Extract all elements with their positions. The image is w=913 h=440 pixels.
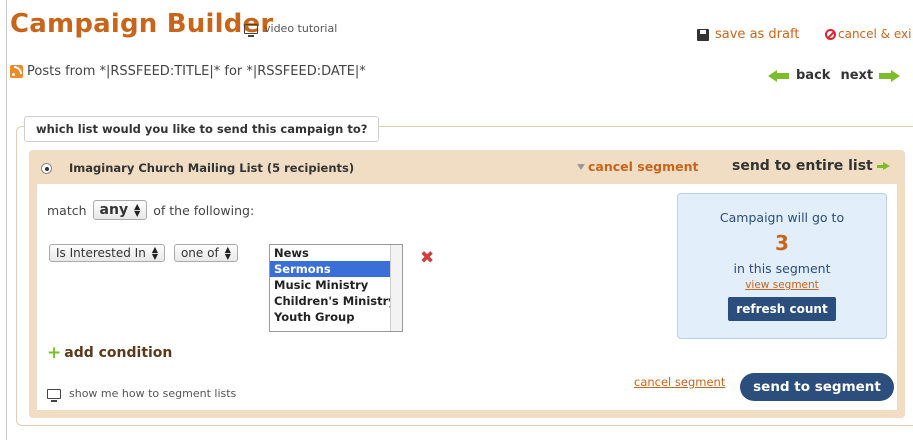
mailing-list-option: Imaginary Church Mailing List (5 recipie… <box>29 150 905 418</box>
save-draft-label: save as draft <box>715 27 800 42</box>
match-row: match any ▲ ▼ of the following: <box>47 200 254 220</box>
cancel-exit-label: cancel & exi <box>838 27 912 41</box>
triangle-down-icon <box>577 163 585 170</box>
send-entire-list-label: send to entire list <box>732 158 873 174</box>
video-tutorial-label: video tutorial <box>264 22 338 35</box>
operator-select[interactable]: one of ▲ ▼ <box>173 244 238 262</box>
list-item[interactable]: Children's Ministry <box>270 293 402 309</box>
cancel-segment-toggle-label: cancel segment <box>588 159 699 174</box>
match-select[interactable]: any ▲ ▼ <box>92 200 148 220</box>
interest-multiselect[interactable]: News Sermons Music Ministry Children's M… <box>269 244 403 332</box>
floppy-disk-icon <box>697 28 709 41</box>
back-button[interactable]: back <box>768 68 830 83</box>
monitor-icon <box>47 388 61 402</box>
list-header: Imaginary Church Mailing List (5 recipie… <box>29 150 905 184</box>
send-entire-list-button[interactable]: send to entire list <box>732 158 890 174</box>
match-prefix: match <box>47 202 87 218</box>
view-segment-link[interactable]: view segment <box>678 279 886 291</box>
campaign-subject-line: Posts from *|RSSFEED:TITLE|* for *|RSSFE… <box>10 64 366 79</box>
list-item-selected[interactable]: Sermons <box>270 261 402 277</box>
segment-count: 3 <box>775 231 789 255</box>
cancel-segment-link[interactable]: cancel segment <box>634 375 725 389</box>
monitor-icon <box>244 23 258 37</box>
cancel-segment-toggle[interactable]: cancel segment <box>577 159 699 174</box>
add-condition-label: add condition <box>64 345 173 361</box>
updown-icon: ▲ ▼ <box>134 202 141 218</box>
next-button[interactable]: next <box>840 68 901 83</box>
count-label-bottom: in this segment <box>733 261 831 276</box>
howto-label: show me how to segment lists <box>69 387 237 400</box>
operator-select-value: one of <box>180 246 219 260</box>
rss-icon <box>10 65 23 78</box>
segment-count-box: Campaign will go to 3 in this segment vi… <box>677 193 887 339</box>
step-navigation: back next <box>768 68 901 83</box>
cancel-exit-button[interactable]: cancel & exi <box>825 27 911 41</box>
list-item[interactable]: Music Ministry <box>270 277 402 293</box>
updown-icon: ▲ ▼ <box>151 245 158 261</box>
next-label: next <box>840 68 874 83</box>
list-item[interactable]: News <box>270 245 402 261</box>
segment-howto-link[interactable]: show me how to segment lists <box>47 387 237 402</box>
arrow-right-icon <box>876 161 890 171</box>
list-item[interactable]: Youth Group <box>270 309 402 325</box>
section-heading: which list would you like to send this c… <box>24 116 380 142</box>
plus-icon: + <box>47 343 62 363</box>
video-tutorial-link[interactable]: video tutorial <box>244 22 338 37</box>
arrow-left-icon <box>768 69 790 82</box>
scrollbar[interactable] <box>390 245 402 331</box>
arrow-right-icon <box>879 69 901 82</box>
list-radio[interactable] <box>41 163 52 174</box>
match-select-value: any <box>99 202 129 218</box>
refresh-count-button[interactable]: refresh count <box>728 297 836 321</box>
updown-icon: ▲ ▼ <box>224 245 231 261</box>
cancel-circle-icon <box>825 28 836 40</box>
subject-text: Posts from *|RSSFEED:TITLE|* for *|RSSFE… <box>27 64 366 79</box>
save-draft-button[interactable]: save as draft <box>697 27 799 42</box>
remove-condition-icon[interactable]: ✖ <box>420 248 434 268</box>
back-label: back <box>796 68 831 83</box>
condition-row: Is Interested In ▲ ▼ one of ▲ ▼ <box>49 244 238 262</box>
field-select[interactable]: Is Interested In ▲ ▼ <box>49 244 165 262</box>
page-title: Campaign Builder <box>10 9 274 39</box>
send-to-segment-button[interactable]: send to segment <box>740 373 894 401</box>
list-name: Imaginary Church Mailing List (5 recipie… <box>69 161 355 175</box>
match-suffix: of the following: <box>153 202 255 218</box>
add-condition-button[interactable]: + add condition <box>47 343 172 363</box>
field-select-value: Is Interested In <box>56 246 146 260</box>
count-label-top: Campaign will go to <box>719 210 845 225</box>
segment-builder: match any ▲ ▼ of the following: Is Intere… <box>37 184 897 410</box>
